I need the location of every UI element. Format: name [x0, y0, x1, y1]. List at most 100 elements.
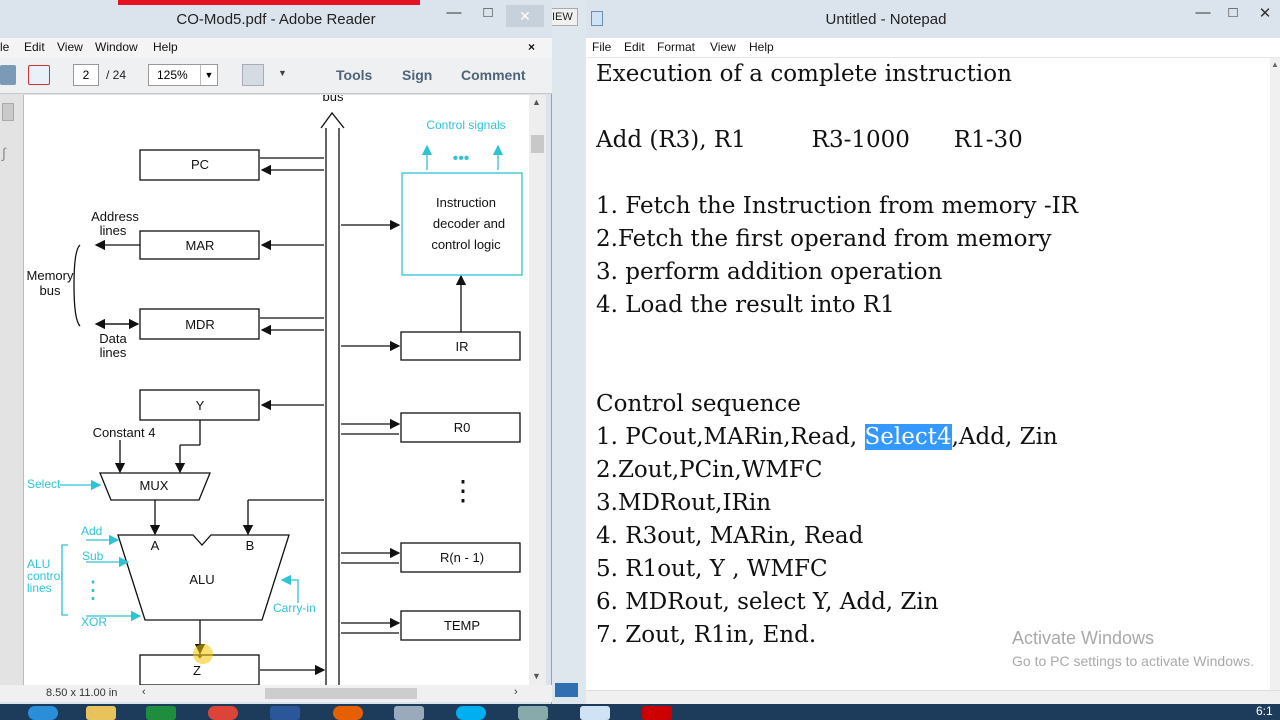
adobe-taskbar-icon[interactable]: [642, 706, 672, 720]
zoom-select[interactable]: 125% ▼: [148, 64, 218, 86]
page-total: / 24: [106, 68, 127, 82]
np-menu-edit[interactable]: Edit: [624, 40, 645, 54]
constant4-label: Constant 4: [93, 425, 156, 440]
notepad-minimize-icon[interactable]: —: [1190, 4, 1216, 21]
select-label: Select: [27, 477, 61, 491]
desktop-background: [548, 0, 588, 720]
rn1-label: R(n - 1): [440, 550, 484, 565]
decoder-label-2: decoder and: [433, 216, 505, 231]
text-line: 3.MDRout,IRin: [596, 490, 772, 516]
maximize-icon[interactable]: □: [474, 4, 502, 21]
text-line: 1. Fetch the Instruction from memory -IR: [596, 193, 1079, 219]
text-line: 6. MDRout, select Y, Add, Zin: [596, 589, 939, 615]
notepad-close-icon[interactable]: ✕: [1252, 4, 1278, 22]
text-line: ​: [596, 322, 1266, 355]
menu-file[interactable]: le: [0, 40, 9, 54]
text-line: ​: [596, 91, 1266, 124]
datapath-diagram: bus PC MAR MDR Y IR R0 R(n - 1) TEMP MUX…: [27, 95, 523, 685]
adobe-window-title: CO-Mod5.pdf - Adobe Reader: [176, 11, 376, 28]
sub-label: Sub: [82, 549, 104, 563]
decoder-label-3: control logic: [431, 237, 501, 252]
read-mode-icon[interactable]: [242, 64, 264, 86]
scroll-right-icon[interactable]: ›: [514, 686, 518, 698]
chrome-icon[interactable]: [208, 706, 238, 720]
text-line: 4. Load the result into R1: [596, 292, 895, 318]
alu-input-b: B: [246, 538, 255, 553]
ie-icon[interactable]: [28, 706, 58, 720]
close-document-icon[interactable]: ×: [528, 40, 535, 54]
text-line: Control sequence: [596, 391, 801, 417]
close-icon[interactable]: ✕: [506, 5, 544, 27]
background-window-text: IEW: [552, 11, 573, 23]
address-lines-label-2: lines: [100, 223, 127, 238]
zoom-value: 125%: [157, 68, 188, 82]
excel-icon[interactable]: [146, 706, 176, 720]
scroll-up-icon[interactable]: ▲: [532, 97, 541, 107]
control-signals-dots: •••: [453, 150, 470, 167]
print-icon[interactable]: [28, 65, 50, 85]
bus-label: bus: [323, 95, 344, 104]
sign-button[interactable]: Sign: [402, 67, 432, 83]
firefox-icon[interactable]: [333, 706, 363, 720]
np-menu-file[interactable]: File: [592, 40, 611, 54]
minimize-icon[interactable]: —: [440, 4, 468, 21]
notepad-text-area[interactable]: Execution of a complete instruction ​ Add …: [596, 58, 1266, 688]
pdf-horizontal-scroll-thumb[interactable]: [265, 688, 417, 699]
text-line: ​: [596, 355, 1266, 388]
notepad-maximize-icon[interactable]: □: [1220, 4, 1246, 21]
text-line: 3. perform addition operation: [596, 259, 943, 285]
menu-edit[interactable]: Edit: [24, 40, 45, 54]
mux-label: MUX: [140, 478, 169, 493]
menu-help[interactable]: Help: [153, 40, 178, 54]
notepad-window-title: Untitled - Notepad: [825, 11, 947, 28]
np-scroll-up-icon[interactable]: ▲: [1271, 60, 1279, 69]
np-menu-help[interactable]: Help: [749, 40, 774, 54]
text-line: ​: [596, 157, 1266, 190]
chevron-down-icon[interactable]: ▼: [200, 65, 217, 85]
skype-icon[interactable]: [456, 706, 486, 720]
menu-window[interactable]: Window: [95, 40, 138, 54]
np-menu-view[interactable]: View: [710, 40, 736, 54]
tools-button[interactable]: Tools: [336, 67, 372, 83]
notepad-vertical-scrollbar[interactable]: ▲: [1270, 58, 1280, 690]
decoder-label-1: Instruction: [436, 195, 496, 210]
toolbar-chevron-icon[interactable]: ▼: [278, 68, 287, 78]
pdf-vertical-scrollbar[interactable]: ▲ ▼: [529, 95, 546, 685]
text-line: 1. PCout,MARin,Read, Select4,Add, Zin: [596, 421, 1266, 454]
page-number-input[interactable]: 2: [73, 64, 99, 86]
alu-control-label-3: lines: [27, 581, 52, 595]
selected-text: Select4: [864, 424, 952, 450]
memory-bus-label-1: Memory: [27, 268, 74, 283]
np-menu-format[interactable]: Format: [657, 40, 695, 54]
alu-label: ALU: [189, 572, 214, 587]
notepad-taskbar-icon[interactable]: [580, 706, 610, 720]
notes-icon[interactable]: [394, 706, 424, 720]
page-thumbnail-icon[interactable]: [2, 103, 14, 121]
notepad-horizontal-scrollbar[interactable]: [586, 690, 1280, 704]
adobe-toolbar: 2 / 24 125% ▼ ▼ Tools Sign Comment: [0, 58, 552, 94]
scroll-left-icon[interactable]: ‹: [142, 686, 146, 698]
menu-view[interactable]: View: [57, 40, 83, 54]
activate-windows-title: Activate Windows: [1012, 628, 1155, 648]
attachment-icon[interactable]: ∫: [2, 145, 14, 165]
data-lines-label-1: Data: [99, 331, 127, 346]
bus-arrowhead: [320, 111, 345, 129]
word-icon[interactable]: [270, 706, 300, 720]
file-explorer-icon[interactable]: [86, 706, 116, 720]
adobe-title-accent: [118, 0, 420, 5]
app-icon[interactable]: [518, 706, 548, 720]
adobe-menu-bar: le Edit View Window Help ×: [0, 38, 552, 58]
scroll-down-icon[interactable]: ▼: [532, 671, 541, 681]
background-window-band: [555, 683, 578, 697]
comment-button[interactable]: Comment: [461, 67, 526, 83]
create-pdf-icon[interactable]: [0, 65, 16, 85]
xor-label: XOR: [81, 615, 107, 629]
background-window-tab[interactable]: IEW: [548, 8, 578, 26]
pdf-scroll-thumb[interactable]: [531, 135, 544, 153]
text-line: 2.Fetch the first operand from memory: [596, 226, 1052, 252]
y-label: Y: [196, 398, 205, 413]
text-line: Add (R3), R1 R3-1000 R1-30: [596, 127, 1023, 153]
text-segment: ,Add, Zin: [951, 424, 1058, 450]
address-lines-label-1: Address: [91, 209, 139, 224]
ir-label: IR: [456, 339, 469, 354]
